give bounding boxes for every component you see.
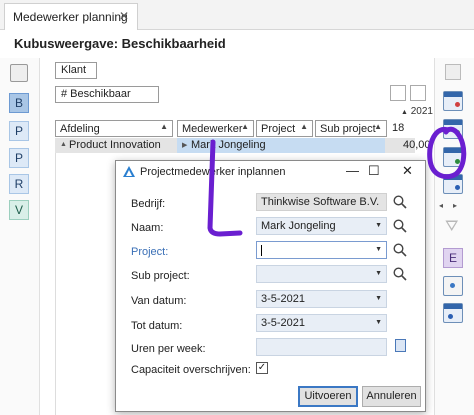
nav-arrows: ◂▸ [439, 201, 467, 210]
toolbar-button-b[interactable]: B [9, 93, 29, 113]
search-icon[interactable] [393, 267, 407, 281]
cell-afdeling: Product Innovation [69, 139, 161, 151]
column-label: Project [261, 123, 296, 135]
column-afdeling[interactable]: Afdeling ▲ [55, 120, 173, 137]
tab-bar: Medewerker planning ✕ [0, 0, 474, 30]
calendar-user-icon[interactable] [443, 91, 463, 111]
collapse-triangle-icon[interactable]: ▲ [60, 141, 67, 148]
tab-label: Medewerker planning [13, 10, 128, 24]
van-datum-value: 3-5-2021 [261, 293, 306, 305]
column-medewerker[interactable]: Medewerker ▲ [177, 120, 254, 137]
table-row[interactable]: ▲ Product Innovation ▶ Mark Jongeling 40… [55, 138, 431, 153]
dialog-titlebar[interactable]: Projectmedewerker inplannen — ☐ ✕ [116, 161, 425, 183]
toolbar-button-r[interactable]: R [9, 174, 29, 194]
label-bedrijf: Bedrijf: [131, 198, 166, 210]
calendar-add-icon[interactable] [443, 147, 463, 167]
tab-medewerker-planning[interactable]: Medewerker planning ✕ [4, 3, 138, 30]
sub-project-field[interactable]: ▼ [256, 265, 387, 283]
year-label: 2021 [410, 106, 433, 117]
chevron-down-icon[interactable]: ▼ [375, 270, 382, 277]
search-icon[interactable] [393, 219, 407, 233]
sort-arrow-icon: ▲ [374, 122, 382, 131]
bedrijf-value: Thinkwise Software B.V. [261, 196, 380, 208]
left-toolbar: B P P R V [0, 58, 40, 415]
label-capaciteit-overschrijven: Capaciteit overschrijven: [131, 364, 251, 376]
filter-klant[interactable]: Klant [55, 62, 97, 79]
right-toolbar: ◂▸ ⛛ E [434, 58, 474, 415]
sort-arrow-icon: ▲ [401, 109, 408, 116]
expand-triangle-icon[interactable]: ▶ [182, 141, 187, 149]
sort-arrow-icon: ▲ [241, 122, 249, 131]
maximize-icon[interactable]: ☐ [368, 163, 380, 179]
label-van-datum: Van datum: [131, 295, 187, 307]
plan-employee-dialog: Projectmedewerker inplannen — ☐ ✕ Bedrij… [115, 160, 426, 412]
naam-field[interactable]: Mark Jongeling ▼ [256, 217, 387, 235]
label-project[interactable]: Project: [131, 246, 168, 258]
filter-beschikbaar[interactable]: # Beschikbaar [55, 86, 159, 103]
dialog-title: Projectmedewerker inplannen [140, 166, 286, 178]
search-icon[interactable] [393, 195, 407, 209]
toolbar-button-p2[interactable]: P [9, 148, 29, 168]
chevron-down-icon[interactable]: ▼ [375, 319, 382, 326]
toolbar-button-e[interactable]: E [443, 248, 463, 268]
calendar-transfer-icon[interactable] [443, 303, 463, 323]
tot-datum-value: 3-5-2021 [261, 317, 306, 329]
report-icon[interactable] [443, 276, 463, 296]
close-icon[interactable]: ✕ [402, 163, 413, 179]
column-project[interactable]: Project ▲ [256, 120, 313, 137]
calculator-icon[interactable] [395, 339, 406, 352]
toolbar-button-v[interactable]: V [9, 200, 29, 220]
calendar-refresh-icon[interactable] [443, 174, 463, 194]
text-caret [261, 245, 262, 256]
annuleren-button[interactable]: Annuleren [362, 386, 421, 407]
sort-arrow-icon: ▲ [300, 122, 308, 131]
label-uren-per-week: Uren per week: [131, 343, 206, 355]
uren-per-week-field[interactable] [256, 338, 387, 356]
capaciteit-checkbox[interactable]: ✓ [256, 362, 268, 374]
column-label: Afdeling [60, 123, 100, 135]
nav-right-icon[interactable]: ▸ [453, 201, 467, 210]
app-logo-icon [123, 166, 135, 177]
tab-close-icon[interactable]: ✕ [119, 9, 129, 23]
naam-value: Mark Jongeling [261, 220, 336, 232]
column-sub-project[interactable]: Sub project ▲ [315, 120, 387, 137]
minimize-icon[interactable]: — [346, 163, 359, 178]
column-label: Medewerker [182, 123, 243, 135]
bedrijf-field: Thinkwise Software B.V. [256, 193, 387, 211]
tot-datum-field[interactable]: 3-5-2021 ▼ [256, 314, 387, 332]
year-header: ▲ 2021 [401, 106, 433, 117]
search-icon[interactable] [393, 243, 407, 257]
clipboard-check-icon[interactable] [10, 64, 28, 82]
label-tot-datum: Tot datum: [131, 320, 183, 332]
label-sub-project: Sub project: [131, 270, 190, 282]
label-naam: Naam: [131, 222, 164, 234]
toolbar-button-p1[interactable]: P [9, 121, 29, 141]
uitvoeren-button[interactable]: Uitvoeren [298, 386, 358, 407]
chevron-down-icon[interactable]: ▼ [375, 246, 382, 253]
nav-left-icon[interactable]: ◂ [439, 201, 453, 210]
calendar-person-icon[interactable] [443, 119, 463, 139]
chevron-down-icon[interactable]: ▼ [375, 222, 382, 229]
page-title: Kubusweergave: Beschikbaarheid [14, 36, 226, 51]
cell-medewerker: Mark Jongeling [191, 139, 266, 151]
cell-value: 40,00 [403, 139, 431, 151]
chevron-down-icon[interactable]: ▼ [375, 295, 382, 302]
expand-button[interactable] [390, 85, 406, 101]
checklist-icon[interactable] [445, 64, 461, 80]
project-field[interactable]: ▼ [256, 241, 387, 259]
column-week-number: 18 [392, 122, 405, 134]
filter-icon[interactable]: ⛛ [445, 218, 458, 236]
collapse-button[interactable] [410, 85, 426, 101]
van-datum-field[interactable]: 3-5-2021 ▼ [256, 290, 387, 308]
column-label: Sub project [320, 123, 376, 135]
sort-arrow-icon: ▲ [160, 122, 168, 131]
